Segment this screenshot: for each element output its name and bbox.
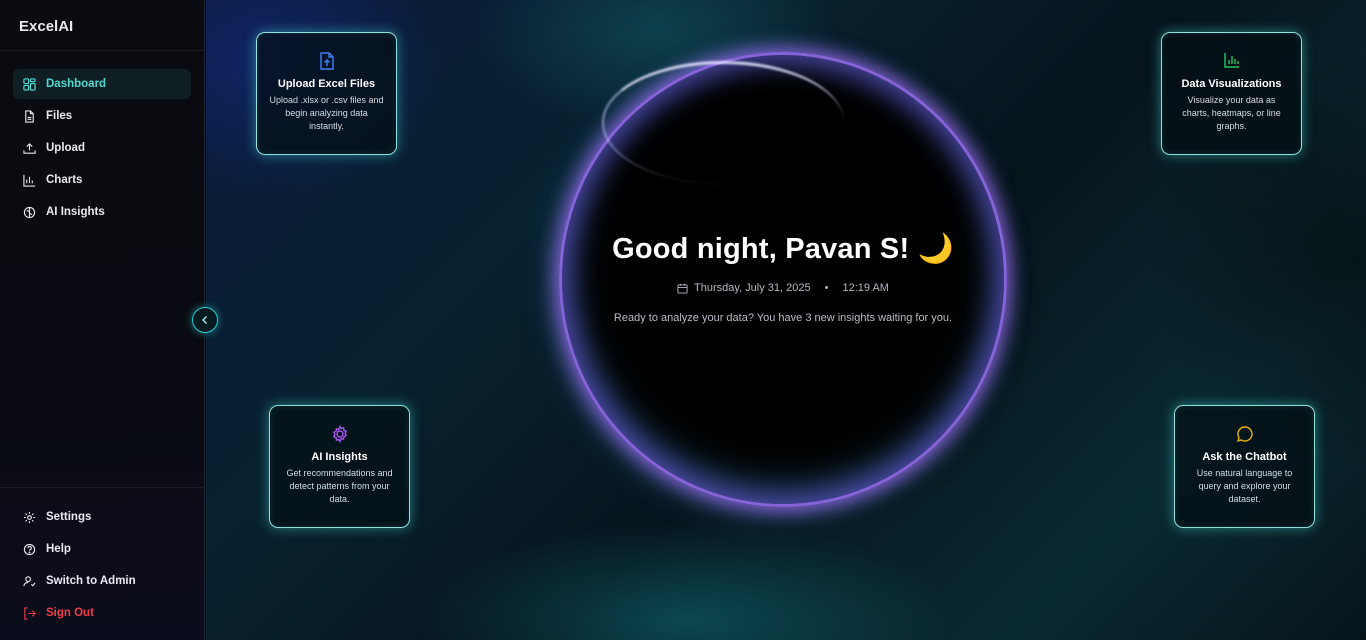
file-upload-icon	[257, 52, 396, 70]
sidebar-item-files[interactable]: Files	[13, 101, 191, 131]
card-ask-chatbot[interactable]: Ask the Chatbot Use natural language to …	[1174, 405, 1315, 528]
grid-icon	[23, 77, 36, 91]
sign-out-icon	[23, 606, 36, 620]
card-data-visualizations[interactable]: Data Visualizations Visualize your data …	[1161, 32, 1302, 155]
sidebar-item-switch-admin[interactable]: Switch to Admin	[13, 566, 191, 596]
card-description: Visualize your data as charts, heatmaps,…	[1182, 95, 1281, 131]
hero: Good night, Pavan S! 🌙 Thursday, July 31…	[559, 232, 1007, 324]
card-description: Upload .xlsx or .csv files and begin ana…	[269, 95, 384, 131]
sidebar-item-settings[interactable]: Settings	[13, 502, 191, 532]
separator: •	[824, 282, 829, 294]
brain-icon	[270, 425, 409, 443]
sidebar-item-ai-insights[interactable]: AI Insights	[13, 197, 191, 227]
sidebar-item-help[interactable]: Help	[13, 534, 191, 564]
sidebar-item-charts[interactable]: Charts	[13, 165, 191, 195]
card-title: AI Insights	[311, 451, 368, 463]
chevron-left-icon	[202, 316, 207, 324]
sidebar-item-label: Files	[46, 110, 73, 122]
sidebar-item-label: Upload	[46, 142, 85, 154]
user-switch-icon	[23, 575, 36, 588]
brain-icon	[23, 206, 36, 219]
sidebar-item-label: Dashboard	[46, 78, 107, 90]
sidebar-item-label: Switch to Admin	[46, 575, 136, 587]
collapse-sidebar-button[interactable]	[192, 307, 218, 333]
chat-bubble-icon	[1175, 425, 1314, 443]
sidebar-item-label: Settings	[46, 511, 92, 523]
upload-icon	[23, 142, 36, 155]
card-title: Upload Excel Files	[277, 78, 376, 90]
card-description: Get recommendations and detect patterns …	[286, 468, 393, 504]
current-date: Thursday, July 31, 2025	[694, 282, 811, 294]
bar-chart-icon	[1162, 52, 1301, 70]
sidebar-bottom-nav: Settings Help Switch to Admin Sign Out	[0, 487, 204, 630]
hero-tagline: Ready to analyze your data? You have 3 n…	[613, 312, 953, 324]
greeting-title: Good night, Pavan S! 🌙	[612, 233, 954, 265]
sidebar-item-label: Help	[46, 543, 71, 555]
card-ai-insights[interactable]: AI Insights Get recommendations and dete…	[269, 405, 410, 528]
sidebar-item-label: Charts	[46, 174, 83, 186]
sidebar-item-label: Sign Out	[46, 607, 94, 619]
current-time: 12:19 AM	[842, 282, 889, 294]
help-circle-icon	[23, 543, 36, 556]
sidebar: ExcelAI Dashboard Files Upload Charts AI…	[0, 0, 205, 640]
gear-icon	[23, 511, 36, 524]
sidebar-item-label: AI Insights	[46, 206, 105, 218]
sidebar-nav: Dashboard Files Upload Charts AI Insight…	[0, 51, 204, 227]
sidebar-item-sign-out[interactable]: Sign Out	[13, 598, 191, 628]
card-title: Data Visualizations	[1181, 78, 1282, 90]
card-description: Use natural language to query and explor…	[1196, 468, 1293, 504]
card-upload-excel[interactable]: Upload Excel Files Upload .xlsx or .csv …	[256, 32, 397, 155]
calendar-icon	[677, 283, 688, 294]
card-title: Ask the Chatbot	[1202, 451, 1287, 463]
sidebar-item-dashboard[interactable]: Dashboard	[13, 69, 191, 99]
dashboard-main: Good night, Pavan S! 🌙 Thursday, July 31…	[206, 0, 1366, 640]
app-title: ExcelAI	[0, 0, 204, 51]
sidebar-item-upload[interactable]: Upload	[13, 133, 191, 163]
date-time: Thursday, July 31, 2025 • 12:19 AM	[559, 282, 1007, 294]
file-icon	[23, 109, 36, 123]
bar-chart-icon	[23, 174, 36, 187]
